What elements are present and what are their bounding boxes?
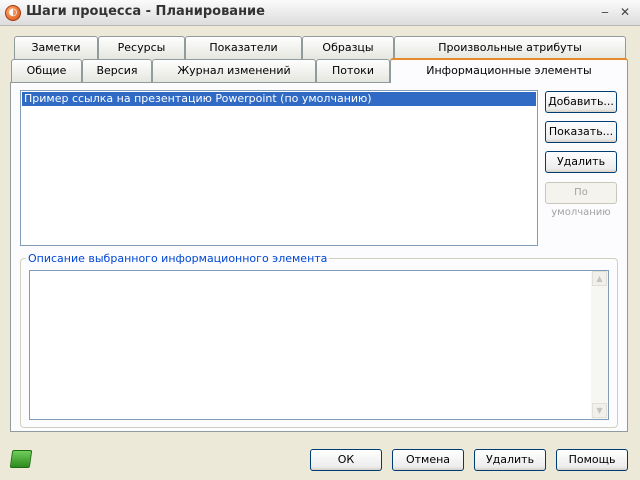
app-icon: ◐ xyxy=(5,5,21,21)
add-button[interactable]: Добавить... xyxy=(545,91,617,113)
delete-item-button[interactable]: Удалить xyxy=(545,151,617,173)
title-bar: ◐ Шаги процесса - Планирование ‒ ✕ xyxy=(0,0,640,26)
tab-resources[interactable]: Ресурсы xyxy=(98,36,185,59)
tab-indicators[interactable]: Показатели xyxy=(185,36,302,59)
info-elements-list[interactable]: Пример ссылка на презентацию Powerpoint … xyxy=(20,90,538,246)
scroll-up-icon[interactable]: ▲ xyxy=(592,271,607,286)
tab-samples[interactable]: Образцы xyxy=(302,36,394,59)
set-default-button[interactable]: По умолчанию xyxy=(545,182,617,218)
list-item[interactable]: Пример ссылка на презентацию Powerpoint … xyxy=(22,92,536,106)
description-label: Описание выбранного информационного элем… xyxy=(26,252,330,265)
scroll-down-icon[interactable]: ▼ xyxy=(592,403,607,418)
window-title: Шаги процесса - Планирование xyxy=(26,4,265,19)
tab-info-elements[interactable]: Информационные элементы xyxy=(390,58,628,83)
ok-button[interactable]: ОК xyxy=(310,449,382,471)
tab-custom-attributes[interactable]: Произвольные атрибуты xyxy=(394,36,626,59)
tab-general[interactable]: Общие xyxy=(11,59,82,82)
description-scrollbar[interactable]: ▲ ▼ xyxy=(591,271,608,419)
book-icon[interactable] xyxy=(9,450,33,468)
cancel-button[interactable]: Отмена xyxy=(392,449,464,471)
tab-version[interactable]: Версия xyxy=(82,59,152,82)
tab-notes[interactable]: Заметки xyxy=(14,36,98,59)
description-textarea[interactable]: ▲ ▼ xyxy=(29,270,609,420)
close-icon[interactable]: ✕ xyxy=(618,6,632,20)
help-button[interactable]: Помощь xyxy=(556,449,628,471)
show-button[interactable]: Показать... xyxy=(545,121,617,143)
tab-change-log[interactable]: Журнал изменений xyxy=(152,59,316,82)
tab-flows[interactable]: Потоки xyxy=(316,59,390,82)
delete-button[interactable]: Удалить xyxy=(474,449,546,471)
minimize-icon[interactable]: ‒ xyxy=(598,6,612,20)
